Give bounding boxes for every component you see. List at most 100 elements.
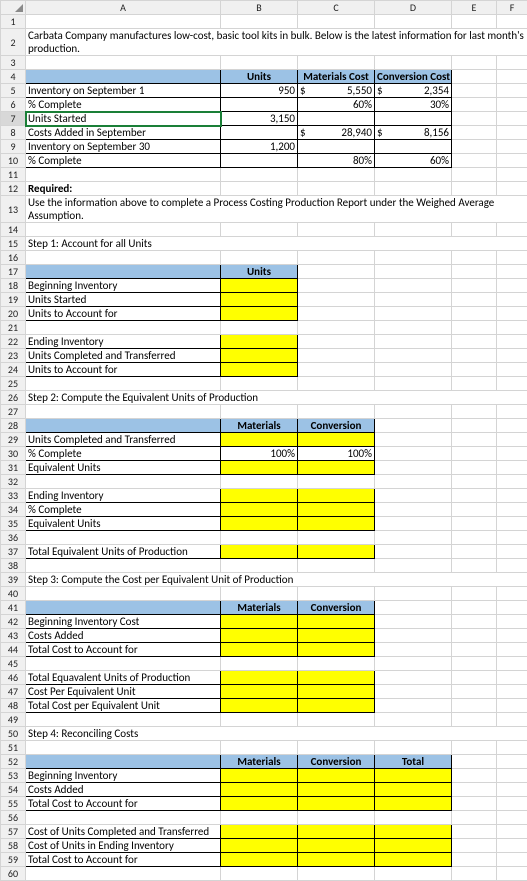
row-60[interactable]: 60 [1, 867, 26, 881]
s4-beg-inv[interactable]: Beginning Inventory [26, 769, 221, 783]
row-43[interactable]: 43 [1, 629, 26, 643]
row-5[interactable]: 5 [1, 84, 26, 98]
row-13[interactable]: 13 [1, 196, 26, 223]
row-55[interactable]: 55 [1, 797, 26, 811]
row-1[interactable]: 1 [1, 15, 26, 29]
row-50[interactable]: 50 [1, 727, 26, 741]
s4-cost-ending[interactable]: Cost of Units in Ending Inventory [26, 839, 221, 853]
row-21[interactable]: 21 [1, 321, 26, 335]
row-54[interactable]: 54 [1, 783, 26, 797]
select-all-corner[interactable] [1, 1, 26, 15]
row-26[interactable]: 26 [1, 391, 26, 405]
s2-pct[interactable]: % Complete [26, 447, 221, 461]
row-45[interactable]: 45 [1, 657, 26, 671]
row-12[interactable]: 12 [1, 182, 26, 196]
row-48[interactable]: 48 [1, 699, 26, 713]
s1-beg-inv[interactable]: Beginning Inventory [26, 279, 221, 293]
row-44[interactable]: 44 [1, 643, 26, 657]
row-40[interactable]: 40 [1, 587, 26, 601]
s1-units-account2[interactable]: Units to Account for [26, 363, 221, 377]
col-A[interactable]: A [26, 1, 221, 15]
hdr-units[interactable]: Units [221, 70, 298, 84]
step4-title[interactable]: Step 4: Reconciling Costs [26, 727, 527, 741]
row-41[interactable]: 41 [1, 601, 26, 615]
s4-costs-added[interactable]: Costs Added [26, 783, 221, 797]
row-52[interactable]: 52 [1, 755, 26, 769]
row-19[interactable]: 19 [1, 293, 26, 307]
row-47[interactable]: 47 [1, 685, 26, 699]
row-25[interactable]: 25 [1, 377, 26, 391]
col-E[interactable]: E [452, 1, 497, 15]
row-22[interactable]: 22 [1, 335, 26, 349]
s4-total-cost1[interactable]: Total Cost to Account for [26, 797, 221, 811]
row-42[interactable]: 42 [1, 615, 26, 629]
s3-beg-cost[interactable]: Beginning Inventory Cost [26, 615, 221, 629]
row-31[interactable]: 31 [1, 461, 26, 475]
row-27[interactable]: 27 [1, 405, 26, 419]
s2-equiv[interactable]: Equivalent Units [26, 461, 221, 475]
label-units-started[interactable]: Units Started [26, 112, 221, 126]
row-53[interactable]: 53 [1, 769, 26, 783]
s2-hdr-mat[interactable]: Materials [221, 419, 298, 433]
s2-total-equiv[interactable]: Total Equivalent Units of Production [26, 545, 221, 559]
row-33[interactable]: 33 [1, 489, 26, 503]
hdr-materials-cost[interactable]: Materials Cost [298, 70, 375, 84]
step2-title[interactable]: Step 2: Compute the Equivalent Units of … [26, 391, 527, 405]
col-F[interactable]: F [497, 1, 527, 15]
s3-cost-per-unit[interactable]: Cost Per Equivalent Unit [26, 685, 221, 699]
s1-units-started[interactable]: Units Started [26, 293, 221, 307]
row-36[interactable]: 36 [1, 531, 26, 545]
row-56[interactable]: 56 [1, 811, 26, 825]
label-pct-complete-1[interactable]: % Complete [26, 98, 221, 112]
row-37[interactable]: 37 [1, 545, 26, 559]
label-costs-added[interactable]: Costs Added in September [26, 126, 221, 140]
row-35[interactable]: 35 [1, 517, 26, 531]
required-label[interactable]: Required: [26, 182, 221, 196]
input-s1-units-account[interactable] [221, 307, 298, 321]
input-s1-units-account2[interactable] [221, 363, 298, 377]
label-pct-complete-2[interactable]: % Complete [26, 154, 221, 168]
row-32[interactable]: 32 [1, 475, 26, 489]
s2-completed[interactable]: Units Completed and Transferred [26, 433, 221, 447]
row-23[interactable]: 23 [1, 349, 26, 363]
row-57[interactable]: 57 [1, 825, 26, 839]
spreadsheet[interactable]: A B C D E F 1 2 Carbata Company manufact… [0, 0, 527, 881]
s4-total-cost2[interactable]: Total Cost to Account for [26, 853, 221, 867]
input-s1-completed[interactable] [221, 349, 298, 363]
row-11[interactable]: 11 [1, 168, 26, 182]
label-inv-sep30[interactable]: Inventory on September 30 [26, 140, 221, 154]
row-49[interactable]: 49 [1, 713, 26, 727]
row-38[interactable]: 38 [1, 559, 26, 573]
row-24[interactable]: 24 [1, 363, 26, 377]
s4-hdr-conv[interactable]: Conversion [298, 755, 375, 769]
s3-hdr-mat[interactable]: Materials [221, 601, 298, 615]
s2-pct2[interactable]: % Complete [26, 503, 221, 517]
row-51[interactable]: 51 [1, 741, 26, 755]
s4-hdr-mat[interactable]: Materials [221, 755, 298, 769]
row-46[interactable]: 46 [1, 671, 26, 685]
row-59[interactable]: 59 [1, 853, 26, 867]
label-inv-sep1[interactable]: Inventory on September 1 [26, 84, 221, 98]
s2-equiv2[interactable]: Equivalent Units [26, 517, 221, 531]
s3-costs-added[interactable]: Costs Added [26, 629, 221, 643]
row-7[interactable]: 7 [1, 112, 26, 126]
col-D[interactable]: D [375, 1, 452, 15]
row-58[interactable]: 58 [1, 839, 26, 853]
row-20[interactable]: 20 [1, 307, 26, 321]
row-15[interactable]: 15 [1, 237, 26, 251]
row-39[interactable]: 39 [1, 573, 26, 587]
s2-hdr-conv[interactable]: Conversion [298, 419, 375, 433]
input-s1-units-started[interactable] [221, 293, 298, 307]
row-14[interactable]: 14 [1, 223, 26, 237]
row-6[interactable]: 6 [1, 98, 26, 112]
row-17[interactable]: 17 [1, 265, 26, 279]
row-30[interactable]: 30 [1, 447, 26, 461]
input-s1-beg-inv[interactable] [221, 279, 298, 293]
row-8[interactable]: 8 [1, 126, 26, 140]
row-29[interactable]: 29 [1, 433, 26, 447]
hdr-conversion-cost[interactable]: Conversion Cost [375, 70, 452, 84]
col-C[interactable]: C [298, 1, 375, 15]
s1-hdr-units[interactable]: Units [221, 265, 298, 279]
row-4[interactable]: 4 [1, 70, 26, 84]
s3-total-equiv[interactable]: Total Equavalent Units of Production [26, 671, 221, 685]
